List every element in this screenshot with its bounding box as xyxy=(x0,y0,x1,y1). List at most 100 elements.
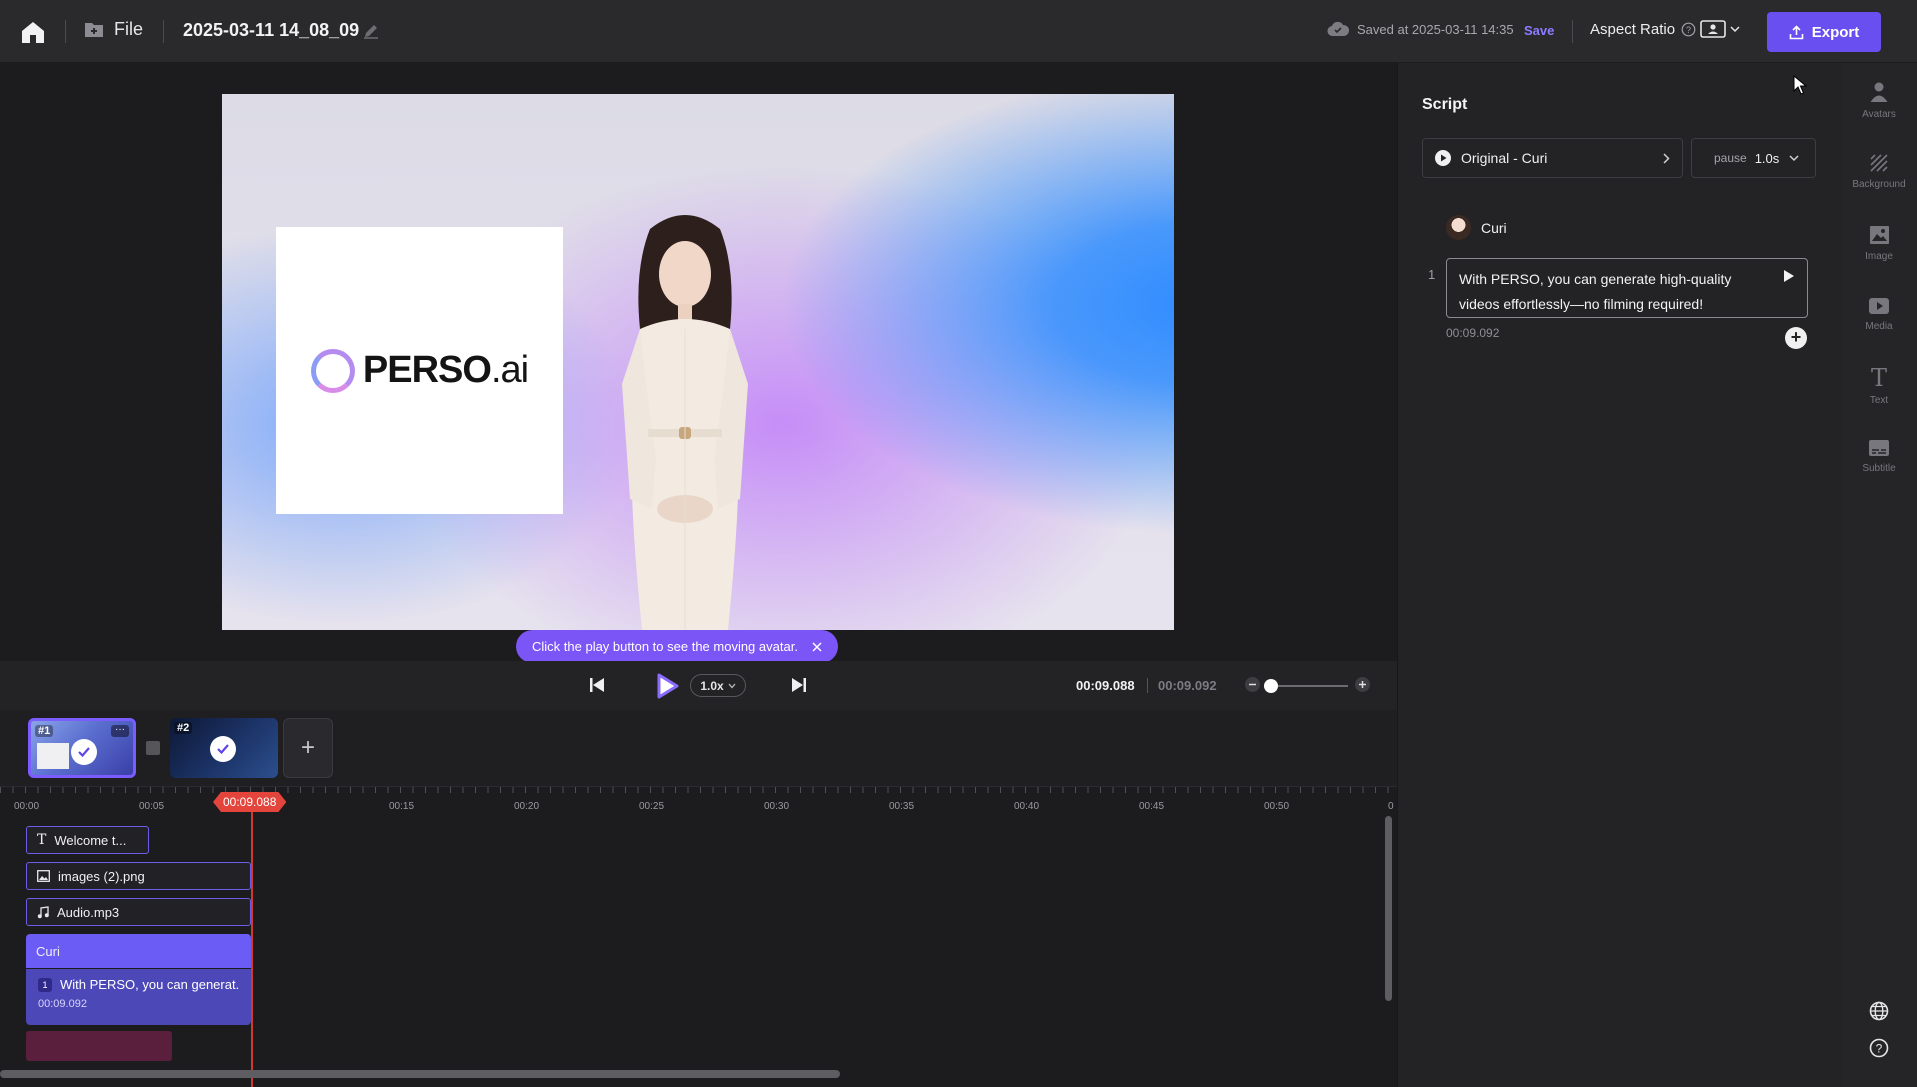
play-icon[interactable] xyxy=(1783,269,1795,283)
saved-text: Saved at 2025-03-11 14:35 xyxy=(1357,21,1514,37)
close-icon[interactable] xyxy=(812,641,822,652)
zoom-slider-handle[interactable] xyxy=(1264,679,1278,693)
current-time: 00:09.088 xyxy=(1076,678,1135,693)
text-clip[interactable]: T Welcome t... xyxy=(26,826,149,854)
avatar-clip[interactable]: Curi xyxy=(26,934,251,968)
check-icon xyxy=(71,739,97,765)
ruler-tick: 00:00 xyxy=(14,801,40,812)
avatar xyxy=(1446,215,1471,240)
aspect-ratio-dropdown[interactable] xyxy=(1700,20,1740,38)
zoom-in-icon[interactable] xyxy=(1354,676,1371,693)
tool-background[interactable]: Background xyxy=(1841,153,1917,190)
pause-dropdown[interactable]: pause 1.0s xyxy=(1691,138,1816,178)
perso-logo-icon xyxy=(310,348,355,393)
audio-clip[interactable]: Audio.mp3 xyxy=(26,898,251,926)
transition-icon[interactable] xyxy=(146,741,160,755)
speaker-name: Curi xyxy=(1481,219,1507,236)
time-ruler[interactable]: 00:00 00:05 00:15 00:20 00:25 00:30 00:3… xyxy=(0,786,1397,812)
line-number-badge: 1 xyxy=(38,977,52,992)
logo-image-element[interactable]: PERSO.ai xyxy=(276,227,563,514)
skip-back-icon[interactable] xyxy=(588,676,606,694)
vertical-scrollbar[interactable] xyxy=(1385,816,1392,1001)
clip-label: Welcome t... xyxy=(54,832,127,848)
zoom-slider-track[interactable] xyxy=(1268,685,1348,687)
help-circle-icon[interactable]: ? xyxy=(1681,22,1696,37)
ruler-tick: 00:50 xyxy=(1264,801,1290,812)
top-bar: File 2025-03-11 14_08_09 Saved at 2025-0… xyxy=(0,0,1917,63)
aspect-ratio-label: Aspect Ratio ? xyxy=(1590,21,1696,38)
media-icon xyxy=(1869,298,1889,314)
home-icon[interactable] xyxy=(20,20,46,44)
save-button[interactable]: Save xyxy=(1524,23,1554,38)
globe-icon xyxy=(1869,1001,1889,1021)
tool-label: Image xyxy=(1865,251,1893,262)
clip-label: With PERSO, you can generat... xyxy=(60,977,239,992)
pause-value: 1.0s xyxy=(1754,150,1780,166)
mouse-cursor-icon xyxy=(1793,75,1807,95)
tool-label: Background xyxy=(1852,179,1906,190)
line-number: 1 xyxy=(1428,267,1436,282)
play-circle-icon xyxy=(1435,150,1451,166)
clip-label: images (2).png xyxy=(58,868,145,884)
text-icon: T xyxy=(1870,364,1887,392)
clip-label: Curi xyxy=(36,943,60,959)
video-canvas[interactable]: PERSO.ai xyxy=(222,94,1174,630)
script-clip[interactable]: 1 With PERSO, you can generat... 00:09.0… xyxy=(26,969,251,1025)
skip-forward-icon[interactable] xyxy=(790,676,808,694)
image-clip[interactable]: images (2).png xyxy=(26,862,251,890)
tool-label: Avatars xyxy=(1862,109,1896,120)
tool-avatars[interactable]: Avatars xyxy=(1841,81,1917,120)
export-label: Export xyxy=(1811,23,1860,41)
ruler-tick: 00:20 xyxy=(514,801,540,812)
add-scene-button[interactable]: + xyxy=(283,718,333,778)
scene-thumbnail[interactable]: #1 ··· xyxy=(28,718,136,778)
image-icon xyxy=(37,870,50,882)
more-options-icon[interactable]: ··· xyxy=(111,725,129,737)
playhead-line[interactable] xyxy=(251,812,253,1087)
avatar-figure[interactable] xyxy=(600,209,770,630)
save-status: Saved at 2025-03-11 14:35 xyxy=(1327,21,1514,37)
tool-media[interactable]: Media xyxy=(1841,297,1917,332)
file-menu[interactable]: File xyxy=(84,19,143,40)
language-button[interactable] xyxy=(1841,1001,1917,1021)
music-clip[interactable] xyxy=(26,1031,172,1061)
logo-wordmark: PERSO.ai xyxy=(362,349,529,391)
chevron-down-icon xyxy=(1789,154,1799,161)
speaker-row: Curi xyxy=(1446,215,1507,240)
divider xyxy=(1147,678,1148,693)
ruler-tick: 00:30 xyxy=(764,801,790,812)
file-label: File xyxy=(114,19,144,39)
pencil-icon[interactable] xyxy=(362,22,380,40)
voice-selector[interactable]: Original - Curi xyxy=(1422,138,1683,178)
aspect-ratio-text: Aspect Ratio xyxy=(1590,21,1676,38)
play-hint-tooltip: Click the play button to see the moving … xyxy=(516,630,838,669)
zoom-out-icon[interactable] xyxy=(1244,676,1261,693)
ruler-tick: 00:45 xyxy=(1139,801,1165,812)
play-icon[interactable] xyxy=(650,671,680,701)
export-button[interactable]: Export xyxy=(1767,12,1881,52)
help-button[interactable]: ? xyxy=(1841,1038,1917,1058)
playback-controls: 1.0x 00:09.088 00:09.092 xyxy=(0,661,1397,710)
image-icon xyxy=(1869,226,1889,244)
playhead-time-badge[interactable]: 00:09.088 xyxy=(213,792,286,812)
panel-title: Script xyxy=(1422,96,1468,113)
tool-image[interactable]: Image xyxy=(1841,225,1917,262)
help-circle-icon: ? xyxy=(1869,1038,1889,1058)
add-line-button[interactable]: + xyxy=(1785,327,1807,349)
playback-speed-dropdown[interactable]: 1.0x xyxy=(690,674,746,697)
script-line-editor[interactable]: With PERSO, you can generate high-qualit… xyxy=(1446,258,1808,318)
ruler-tick: 00:05 xyxy=(139,801,165,812)
person-icon xyxy=(1870,82,1888,102)
text-icon: T xyxy=(37,832,47,848)
divider xyxy=(1572,20,1573,43)
tool-text[interactable]: T Text xyxy=(1841,364,1917,406)
scene-strip: #1 ··· #2 + xyxy=(0,710,1397,786)
upload-icon xyxy=(1789,24,1804,39)
line-duration: 00:09.092 xyxy=(1446,326,1500,340)
tool-subtitle[interactable]: Subtitle xyxy=(1841,439,1917,474)
script-panel: Script Original - Curi pause 1.0s Curi 1… xyxy=(1397,63,1841,1087)
horizontal-scrollbar[interactable] xyxy=(0,1070,840,1078)
project-title[interactable]: 2025-03-11 14_08_09 xyxy=(183,20,359,41)
tooltip-text: Click the play button to see the moving … xyxy=(532,639,798,654)
scene-thumbnail[interactable]: #2 xyxy=(170,718,278,778)
